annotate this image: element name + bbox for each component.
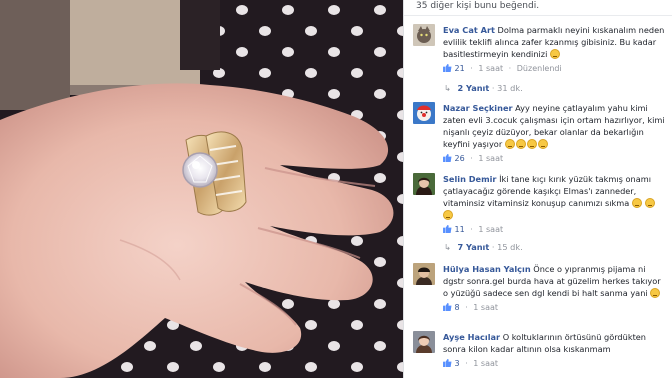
replies-link[interactable]: ↳ 7 Yanıt · 15 dk. <box>444 242 523 252</box>
emoji-icon <box>549 49 560 59</box>
like-count[interactable]: 8 <box>455 303 460 312</box>
avatar[interactable] <box>413 24 435 46</box>
comment-author[interactable]: Selin Demir <box>443 174 496 184</box>
comment-author[interactable]: Ayşe Hacılar <box>443 332 500 342</box>
emoji-icon <box>645 198 656 208</box>
post-photo[interactable] <box>0 0 403 378</box>
replies-time: 31 dk. <box>497 83 523 93</box>
like-count[interactable]: 11 <box>455 225 465 234</box>
woman-avatar-2-icon <box>413 263 435 285</box>
reply-arrow-icon: ↳ <box>444 83 451 93</box>
comment-meta: 26 · 1 saat <box>443 153 667 165</box>
comment-meta: 11 · 1 saat <box>443 224 667 236</box>
ring-hand-photo <box>0 0 403 378</box>
comment-body: Ayşe Hacılar O koltuklarının örtüsünü gö… <box>443 331 667 370</box>
avatar[interactable] <box>413 173 435 195</box>
clown-avatar-icon <box>413 102 435 124</box>
replies-time: 15 dk. <box>497 242 523 252</box>
woman-avatar-icon <box>413 173 435 195</box>
emoji-icon <box>443 210 453 220</box>
like-count[interactable]: 21 <box>455 64 465 73</box>
replies-count[interactable]: 7 Yanıt <box>457 242 489 252</box>
comment-body: Nazar Seçkiner Ayy neyine çatlayalım yah… <box>443 102 667 165</box>
emoji-icon <box>504 139 515 149</box>
comment-time[interactable]: 1 saat <box>473 359 498 368</box>
comment-author[interactable]: Eva Cat Art <box>443 25 495 35</box>
comment-body: Eva Cat Art Dolma parmaklı neyini kıskan… <box>443 24 667 75</box>
edited-label[interactable]: Düzenlendi <box>517 64 562 73</box>
avatar[interactable] <box>413 331 435 353</box>
thumbs-up-icon <box>443 359 452 367</box>
like-count[interactable]: 3 <box>455 359 460 368</box>
emoji-icon <box>526 139 537 149</box>
woman-avatar-3-icon <box>413 331 435 353</box>
divider <box>404 15 672 16</box>
replies-link[interactable]: ↳ 2 Yanıt · 31 dk. <box>444 83 523 93</box>
replies-count[interactable]: 2 Yanıt <box>457 83 489 93</box>
comment-meta: 21 · 1 saat · Düzenlendi <box>443 63 667 75</box>
comment-body: Hülya Hasan Yalçın Önce o yıpranmış pija… <box>443 263 667 314</box>
comment-body: Selin Demir İki tane kıçı kırık yüzük ta… <box>443 173 667 236</box>
like-count[interactable]: 26 <box>455 154 465 163</box>
comment-author[interactable]: Hülya Hasan Yalçın <box>443 264 531 274</box>
emoji-icon <box>650 288 661 298</box>
comment-meta: 3 · 1 saat <box>443 358 667 370</box>
emoji-icon <box>631 198 642 208</box>
emoji-icon <box>515 139 526 149</box>
comment-time[interactable]: 1 saat <box>478 154 503 163</box>
emoji-icon <box>537 139 548 149</box>
likes-summary[interactable]: 35 diğer kişi bunu beğendi. <box>416 1 539 11</box>
comment-author[interactable]: Nazar Seçkiner <box>443 103 513 113</box>
thumbs-up-icon <box>443 154 452 162</box>
comment-time[interactable]: 1 saat <box>478 64 503 73</box>
thumbs-up-icon <box>443 303 452 311</box>
comment-meta: 8 · 1 saat <box>443 302 667 314</box>
thumbs-up-icon <box>443 64 452 72</box>
comments-panel: 35 diğer kişi bunu beğendi. Eva Cat Art … <box>403 0 672 378</box>
thumbs-up-icon <box>443 225 452 233</box>
avatar[interactable] <box>413 263 435 285</box>
cat-avatar-icon <box>413 24 435 46</box>
comment-time[interactable]: 1 saat <box>473 303 498 312</box>
reply-arrow-icon: ↳ <box>444 242 451 252</box>
comment-time[interactable]: 1 saat <box>478 225 503 234</box>
avatar[interactable] <box>413 102 435 124</box>
